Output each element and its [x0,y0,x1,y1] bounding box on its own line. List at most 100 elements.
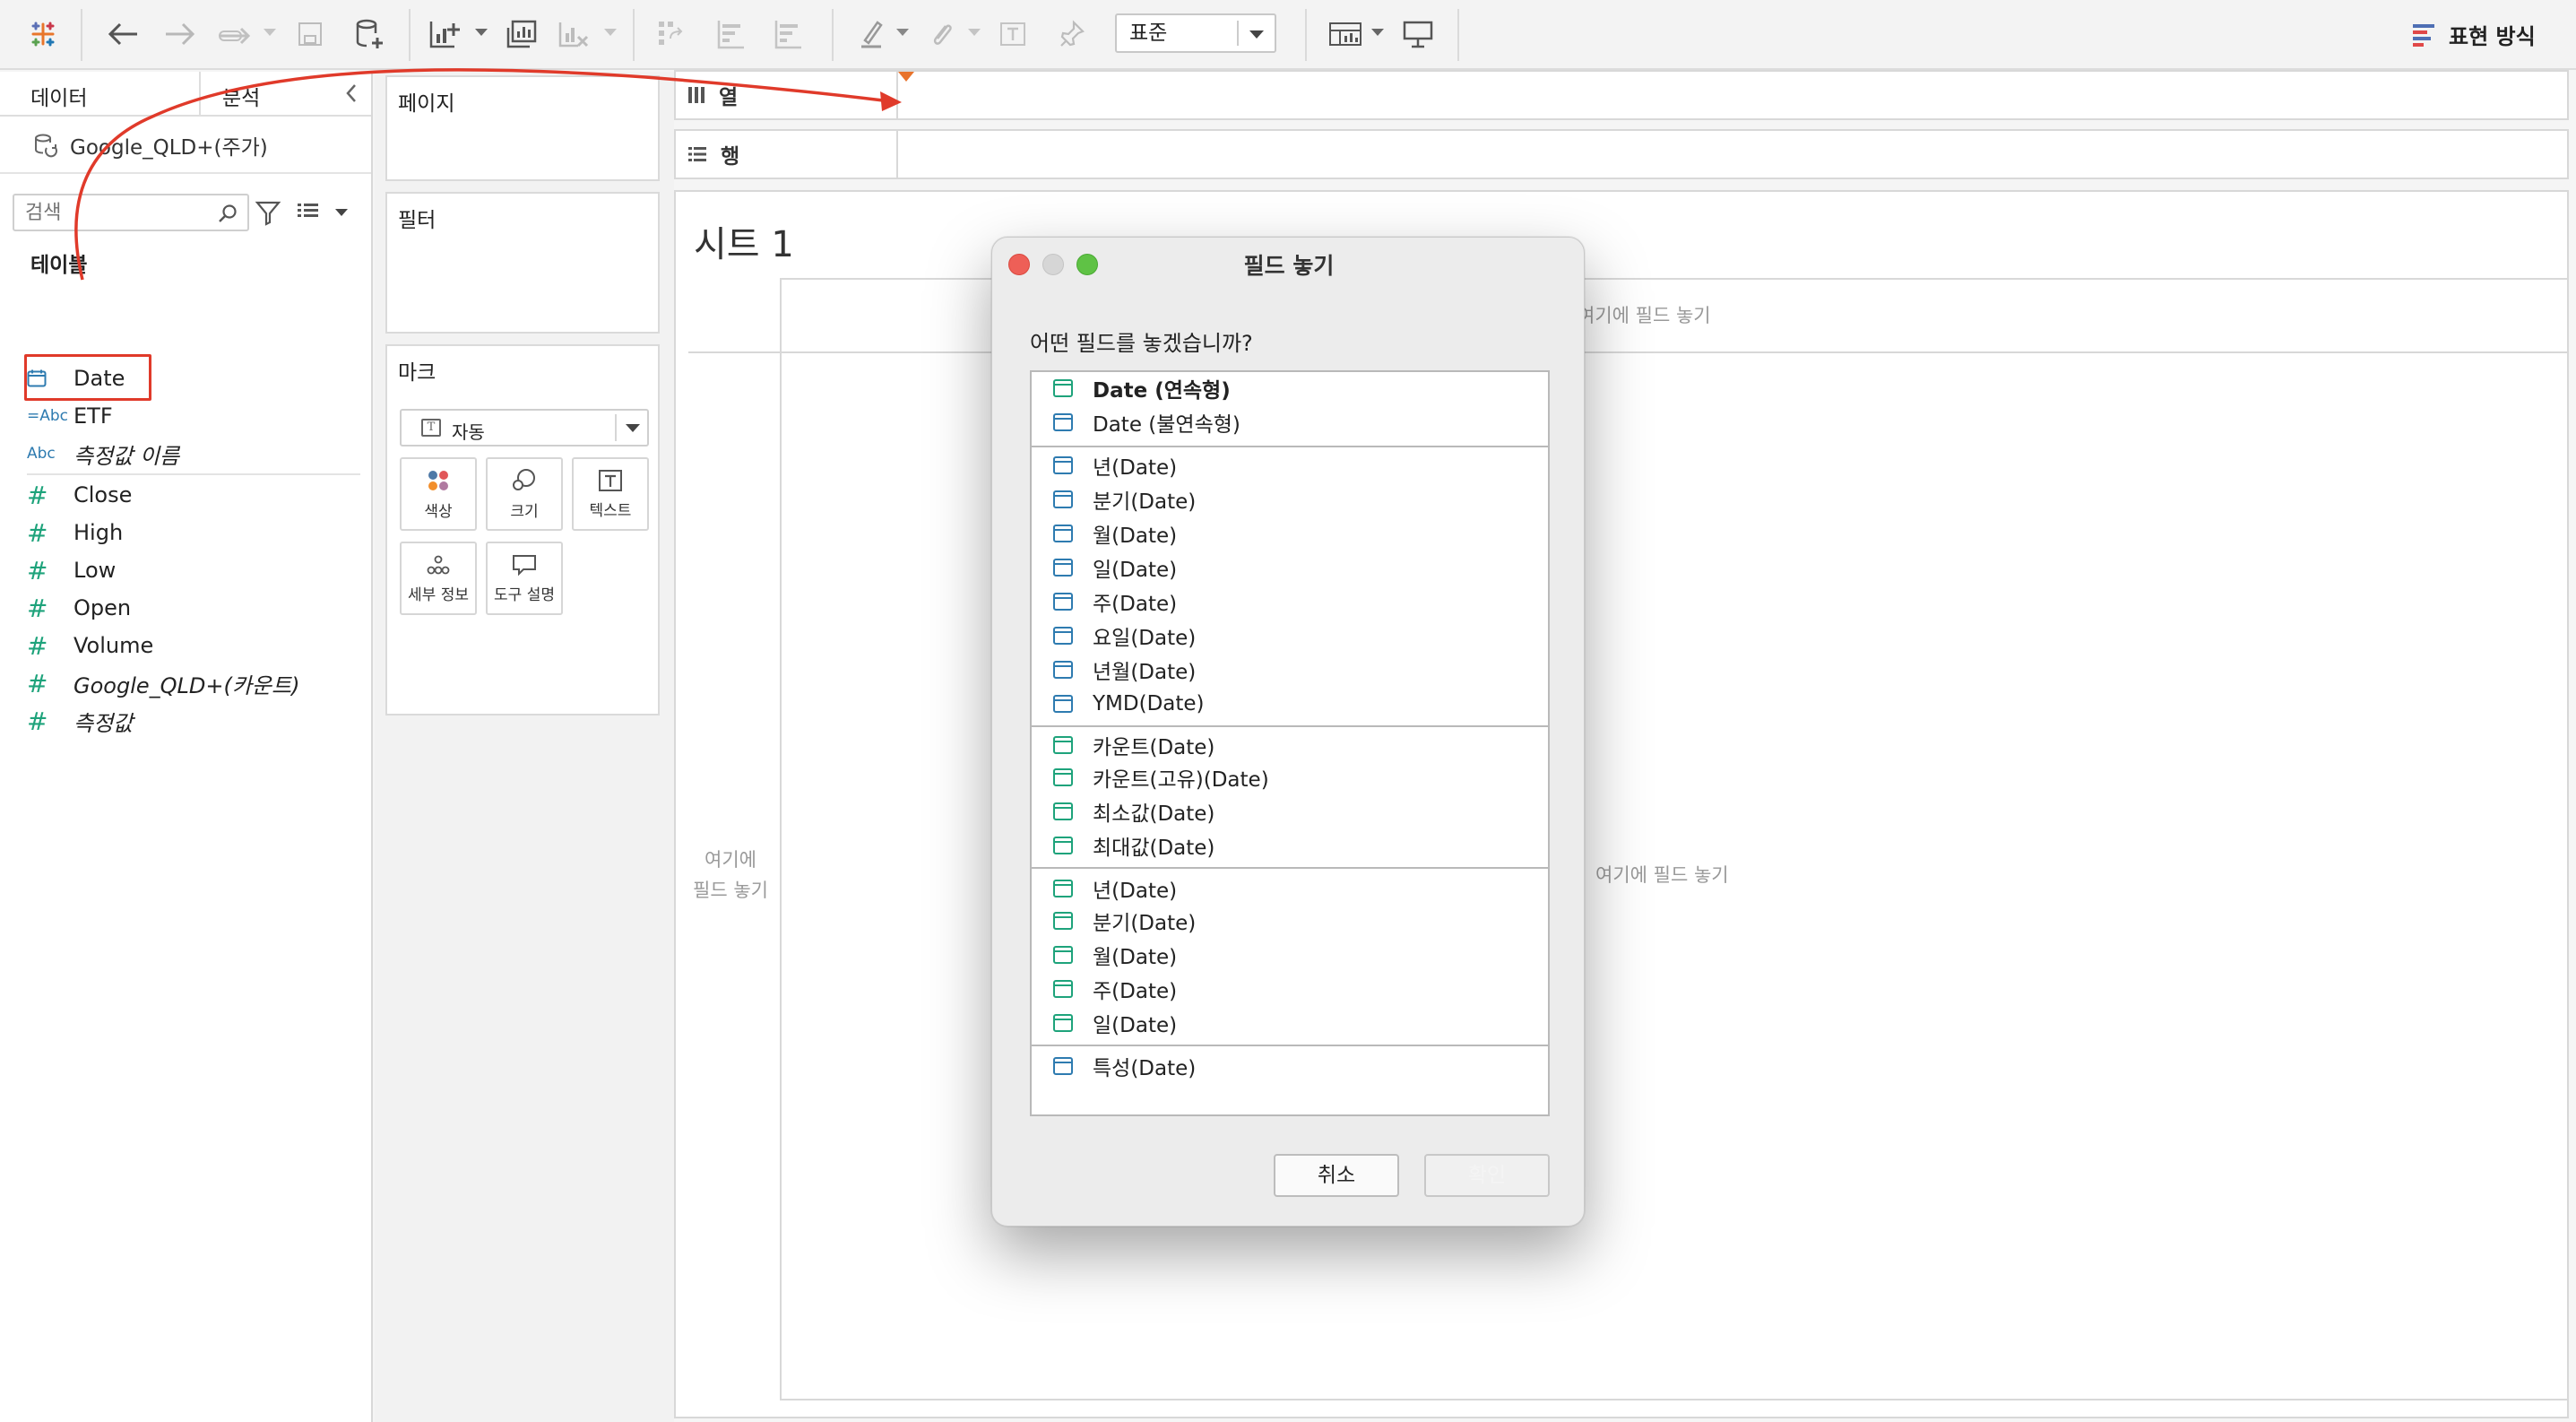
option-ymd-discrete[interactable]: YMD(Date) [1053,688,1205,720]
show-me-label: 표현 방식 [2449,23,2536,49]
data-panel-tabs: 데이터 분석 [0,72,371,117]
chevron-down-icon[interactable] [335,209,348,216]
option-maximum[interactable]: 최대값(Date) [1053,829,1215,862]
color-dots-icon [428,470,448,490]
option-month-continuous[interactable]: 월(Date) [1053,939,1177,971]
tab-analysis[interactable]: 분석 [222,81,260,111]
columns-shelf[interactable]: 열 [674,70,2569,120]
mark-type-select[interactable]: T 자동 [400,409,649,447]
calendar-icon [1053,379,1073,397]
swap-rows-columns-icon[interactable] [653,14,690,54]
calendar-icon [1053,456,1073,474]
option-day-discrete[interactable]: 일(Date) [1053,551,1177,584]
option-year-continuous[interactable]: 년(Date) [1053,872,1177,905]
tables-heading: 테이블 [30,254,88,277]
field-measure-names[interactable]: Abc 측정값 이름 [27,436,179,472]
option-date-discrete[interactable]: Date (불연속형) [1053,406,1240,438]
tooltip-button[interactable]: 도구 설명 [486,542,563,615]
option-month-year-discrete[interactable]: 년월(Date) [1053,654,1196,686]
new-datasource-icon[interactable] [350,14,389,54]
filter-icon[interactable] [255,199,281,230]
show-labels-icon[interactable] [995,14,1031,54]
new-worksheet-icon[interactable] [425,14,466,54]
option-count[interactable]: 카운트(Date) [1053,729,1215,761]
collapse-panel-chevron-left-icon[interactable] [344,82,359,108]
save-icon[interactable] [292,14,328,54]
rows-drop-zone[interactable]: 여기에 필드 놓기 [681,845,780,906]
calendar-icon [1053,593,1073,611]
option-day-continuous[interactable]: 일(Date) [1053,1007,1177,1039]
show-me-button[interactable]: 표현 방식 [2411,16,2536,52]
redo-forward-icon[interactable] [158,14,203,54]
tableau-logo-icon[interactable] [23,14,63,54]
highlight-pen-icon[interactable] [853,14,889,54]
field-search-input[interactable] [14,195,203,230]
field-name: ETF [73,403,113,429]
filters-card[interactable]: 필터 [385,192,660,334]
detail-button[interactable]: 세부 정보 [400,542,477,615]
sort-descending-icon[interactable] [769,14,807,54]
chevron-down-icon [626,424,640,432]
option-weekday-discrete[interactable]: 요일(Date) [1053,620,1196,652]
undo-back-icon[interactable] [100,14,145,54]
field-volume[interactable]: # Volume [27,628,153,663]
text-mark-icon: T [421,419,441,437]
datasource-name: Google_QLD+(주가) [70,136,268,160]
field-name: Low [73,558,117,583]
calendar-icon [1053,695,1073,713]
option-count-distinct[interactable]: 카운트(고유)(Date) [1053,761,1269,793]
field-open[interactable]: # Open [27,590,131,626]
pages-card[interactable]: 페이지 [385,75,660,181]
field-low[interactable]: # Low [27,552,116,588]
color-button[interactable]: 색상 [400,457,477,531]
option-minimum[interactable]: 최소값(Date) [1053,795,1215,828]
option-quarter-discrete[interactable]: 분기(Date) [1053,483,1196,516]
field-record-count[interactable]: # Google_QLD+(카운트) [27,665,299,701]
option-quarter-continuous[interactable]: 분기(Date) [1053,905,1196,937]
presentation-mode-icon[interactable] [1398,14,1438,54]
marks-card-title: 마크 [398,361,437,385]
size-button[interactable]: 크기 [486,457,563,531]
sort-ascending-icon[interactable] [712,14,749,54]
clear-sheet-icon[interactable] [554,14,593,54]
fit-mode-select[interactable]: 표준 [1115,13,1276,53]
worksheet-canvas[interactable]: 시트 1 여기에 필드 놓기 여기에 필드 놓기 여기에 필드 놓기 [674,190,2569,1418]
search-icon[interactable] [217,203,238,228]
option-date-continuous[interactable]: Date (연속형) [1053,372,1231,404]
tab-data[interactable]: 데이터 [30,81,87,111]
number-hash-icon: # [27,480,48,510]
show-cards-icon[interactable] [1325,14,1366,54]
number-hash-icon: # [27,706,48,736]
body-drop-hint[interactable]: 여기에 필드 놓기 [1595,861,1729,888]
rows-shelf[interactable]: 행 [674,129,2569,179]
field-etf[interactable]: =Abc ETF [27,398,113,434]
ok-button[interactable]: 확인 [1424,1154,1550,1197]
option-month-discrete[interactable]: 월(Date) [1053,517,1177,550]
size-label: 크기 [510,502,539,521]
field-high[interactable]: # High [27,515,123,551]
drop-position-marker [898,72,914,82]
cancel-button[interactable]: 취소 [1274,1154,1399,1197]
pages-card-title: 페이지 [398,92,455,116]
option-attribute[interactable]: 특성(Date) [1053,1050,1196,1082]
label-button[interactable]: 텍스트 [572,457,649,531]
list-view-icon[interactable] [296,201,323,228]
drop-field-option-list[interactable]: Date (연속형) Date (불연속형) 년(Date) 분기(Date) … [1030,370,1550,1116]
text-label-icon [599,469,622,491]
field-close[interactable]: # Close [27,477,132,513]
option-week-continuous[interactable]: 주(Date) [1053,973,1177,1005]
sheet-title[interactable]: 시트 1 [694,215,794,267]
fix-axes-pin-icon[interactable] [1054,14,1090,54]
replay-icon[interactable] [215,14,256,54]
label-label: 텍스트 [589,501,632,520]
datasource-item[interactable]: Google_QLD+(주가) [32,129,268,161]
cards-column: 페이지 필터 마크 T 자동 색상 크기 텍스트 세부 정보 도구 설명 [375,72,674,1422]
group-paperclip-icon[interactable] [923,14,959,54]
field-measure-values[interactable]: # 측정값 [27,703,133,739]
toolbar: 표준 표현 방식 [0,0,2576,70]
duplicate-sheet-icon[interactable] [502,14,541,54]
number-hash-icon: # [27,555,48,585]
option-year-discrete[interactable]: 년(Date) [1053,449,1177,481]
field-search-box[interactable] [13,194,249,231]
option-week-discrete[interactable]: 주(Date) [1053,585,1177,618]
